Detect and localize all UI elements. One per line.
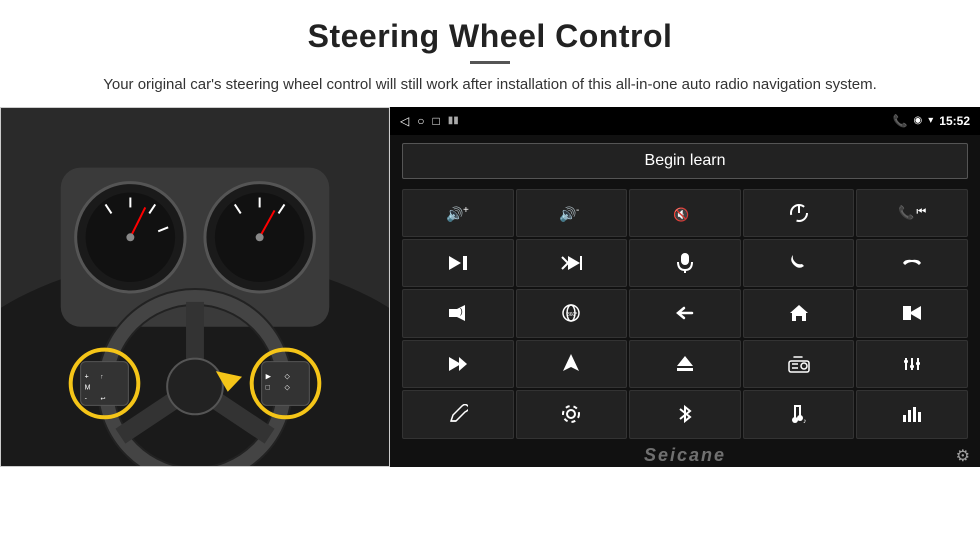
location-icon: ◉ (914, 115, 923, 126)
skip-button[interactable] (402, 340, 514, 388)
phone-icon: 📞 (893, 114, 908, 128)
content-section: + M - ↑ ↩ ▶ □ ◇ ◇ (0, 107, 980, 548)
svg-text:◇: ◇ (285, 384, 291, 391)
horn-button[interactable]: ) (402, 289, 514, 337)
svg-text:-: - (85, 395, 87, 402)
power-button[interactable] (743, 189, 855, 237)
svg-text:◇: ◇ (285, 373, 291, 380)
ff-button[interactable] (516, 239, 628, 287)
android-statusbar: ◁ ○ □ ▮▮ 📞 ◉ ▾ 15:52 (390, 107, 980, 135)
svg-text:↑: ↑ (101, 374, 104, 380)
svg-text:🔊: 🔊 (559, 205, 576, 223)
mute-button[interactable]: 🔇 (629, 189, 741, 237)
wifi-icon: ▾ (928, 115, 933, 126)
svg-text:M: M (85, 384, 91, 391)
statusbar-left: ◁ ○ □ ▮▮ (400, 114, 459, 128)
call-button[interactable] (743, 239, 855, 287)
svg-text:-: - (576, 205, 579, 216)
svg-text:🔇: 🔇 (673, 207, 689, 222)
phone-prev-button[interactable]: 📞⏮ (856, 189, 968, 237)
vol-up-button[interactable]: 🔊+ (402, 189, 514, 237)
next-button[interactable] (402, 239, 514, 287)
svg-text:▶: ▶ (266, 373, 272, 380)
header-section: Steering Wheel Control Your original car… (0, 0, 980, 107)
spectrum-button[interactable] (856, 390, 968, 438)
begin-learn-bar: Begin learn (390, 135, 980, 187)
seicane-watermark: Seicane (644, 445, 726, 466)
svg-text:+: + (463, 205, 469, 216)
mic-button[interactable] (629, 239, 741, 287)
subtitle: Your original car's steering wheel contr… (100, 74, 880, 97)
svg-text:🔊: 🔊 (446, 205, 463, 223)
home-button[interactable] (743, 289, 855, 337)
eject-button[interactable] (629, 340, 741, 388)
svg-text:): ) (460, 307, 463, 316)
recents-nav-icon[interactable]: □ (432, 114, 439, 128)
prev-button[interactable] (856, 289, 968, 337)
car-image-svg: + M - ↑ ↩ ▶ □ ◇ ◇ (1, 108, 389, 466)
svg-text:↩: ↩ (101, 396, 106, 402)
pen-button[interactable] (402, 390, 514, 438)
eq-button[interactable] (856, 340, 968, 388)
bluetooth-button[interactable] (629, 390, 741, 438)
status-time: 15:52 (939, 114, 970, 128)
statusbar-right: 📞 ◉ ▾ 15:52 (893, 114, 970, 128)
music-button[interactable]: ♪ (743, 390, 855, 438)
begin-learn-button[interactable]: Begin learn (402, 143, 968, 179)
controls-grid: 🔊+ 🔊- 🔇 📞⏮ (390, 187, 980, 445)
svg-text:♪: ♪ (803, 418, 807, 424)
title-divider (470, 61, 510, 64)
page-title: Steering Wheel Control (60, 18, 920, 55)
vol-down-button[interactable]: 🔊- (516, 189, 628, 237)
home-nav-icon[interactable]: ○ (417, 114, 424, 128)
back-button[interactable] (629, 289, 741, 337)
radio-button[interactable] (743, 340, 855, 388)
gear-icon[interactable]: ⚙ (956, 446, 970, 466)
back-nav-icon[interactable]: ◁ (400, 114, 409, 128)
page-wrapper: Steering Wheel Control Your original car… (0, 0, 980, 548)
hang-up-button[interactable] (856, 239, 968, 287)
360-button[interactable]: 360° (516, 289, 628, 337)
signal-icon: ▮▮ (448, 115, 459, 126)
settings2-button[interactable] (516, 390, 628, 438)
car-image-area: + M - ↑ ↩ ▶ □ ◇ ◇ (0, 107, 390, 467)
android-panel: ◁ ○ □ ▮▮ 📞 ◉ ▾ 15:52 Begin learn (390, 107, 980, 467)
svg-text:360°: 360° (567, 312, 577, 318)
svg-text:+: + (85, 373, 89, 380)
nav-button[interactable] (516, 340, 628, 388)
